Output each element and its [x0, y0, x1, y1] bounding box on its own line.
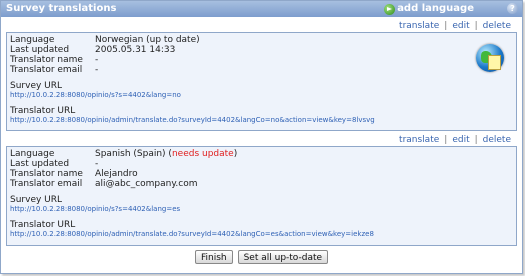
delete-link[interactable]: delete	[483, 135, 511, 145]
language-row: Language Norwegian (up to date)	[7, 35, 516, 45]
language-name: Spanish (Spain) (	[95, 149, 172, 159]
translation-spanish: translate | edit | delete Language Spanish (…	[6, 134, 517, 246]
translator-url-link[interactable]: http://10.0.2.28:8080/opinio/admin/trans…	[7, 116, 516, 125]
translator-name-value: Alejandro	[95, 169, 138, 179]
translate-link[interactable]: translate	[399, 135, 439, 145]
last-updated-row: Last updated -	[7, 159, 516, 169]
window-title: Survey translations	[6, 3, 117, 14]
last-updated-label: Last updated	[10, 159, 70, 169]
translation-actions: translate | edit | delete	[6, 20, 517, 32]
translate-link[interactable]: translate	[399, 21, 439, 31]
needs-update-status: needs update	[171, 149, 234, 159]
link-separator: |	[444, 21, 448, 31]
link-separator: |	[474, 135, 478, 145]
translator-name-label: Translator name	[10, 169, 83, 179]
translator-email-label: Translator email	[10, 179, 83, 189]
add-language-button[interactable]: add language	[384, 1, 474, 17]
green-arrow-icon	[384, 3, 396, 15]
language-value: Spanish (Spain) (needs update)	[95, 149, 516, 159]
add-language-label: add language	[397, 3, 474, 14]
language-label: Language	[10, 35, 55, 45]
delete-link[interactable]: delete	[483, 21, 511, 31]
language-close-paren: )	[233, 149, 238, 159]
help-icon[interactable]: ?	[507, 3, 518, 14]
translator-email-row: Translator email -	[7, 65, 516, 75]
survey-url-label: Survey URL	[10, 195, 63, 205]
language-value: Norwegian (up to date)	[95, 35, 200, 45]
last-updated-value: 2005.05.31 14:33	[95, 45, 176, 55]
button-bar: Finish Set all up-to-date	[1, 250, 522, 264]
translator-email-value: -	[95, 65, 99, 75]
edit-link[interactable]: edit	[452, 21, 469, 31]
set-all-up-to-date-button[interactable]: Set all up-to-date	[237, 250, 329, 264]
survey-url-link[interactable]: http://10.0.2.28:8080/opinio/s?s=4402&la…	[7, 91, 516, 100]
link-separator: |	[444, 135, 448, 145]
translation-actions: translate | edit | delete	[6, 134, 517, 146]
translation-box: Language Spanish (Spain) (needs update) …	[6, 146, 517, 246]
survey-translations-window: Survey translations add language ? trans…	[0, 0, 523, 274]
translator-url-link[interactable]: http://10.0.2.28:8080/opinio/admin/trans…	[7, 230, 516, 239]
language-label: Language	[10, 149, 55, 159]
translator-url-label: Translator URL	[10, 106, 76, 116]
translation-norwegian: translate | edit | delete Language Norwegian…	[6, 20, 517, 131]
last-updated-row: Last updated 2005.05.31 14:33	[7, 45, 516, 55]
document-note-icon	[488, 55, 501, 70]
translator-name-row: Translator name -	[7, 55, 516, 65]
survey-url-label: Survey URL	[10, 81, 63, 91]
translator-email-row: Translator email ali@abc_company.com	[7, 179, 516, 189]
translator-url-label: Translator URL	[10, 220, 76, 230]
translator-email-value: ali@abc_company.com	[95, 179, 198, 189]
translator-name-value: -	[95, 55, 99, 65]
globe-icon	[476, 44, 504, 72]
title-bar: Survey translations add language ?	[1, 1, 522, 17]
translator-email-label: Translator email	[10, 65, 83, 75]
translator-name-row: Translator name Alejandro	[7, 169, 516, 179]
last-updated-value: -	[95, 159, 99, 169]
translator-name-label: Translator name	[10, 55, 83, 65]
survey-url-link[interactable]: http://10.0.2.28:8080/opinio/s?s=4402&la…	[7, 205, 516, 214]
last-updated-label: Last updated	[10, 45, 70, 55]
link-separator: |	[474, 21, 478, 31]
language-row: Language Spanish (Spain) (needs update)	[7, 149, 516, 159]
translation-box: Language Norwegian (up to date) Last upd…	[6, 32, 517, 131]
finish-button[interactable]: Finish	[194, 250, 233, 264]
edit-link[interactable]: edit	[452, 135, 469, 145]
